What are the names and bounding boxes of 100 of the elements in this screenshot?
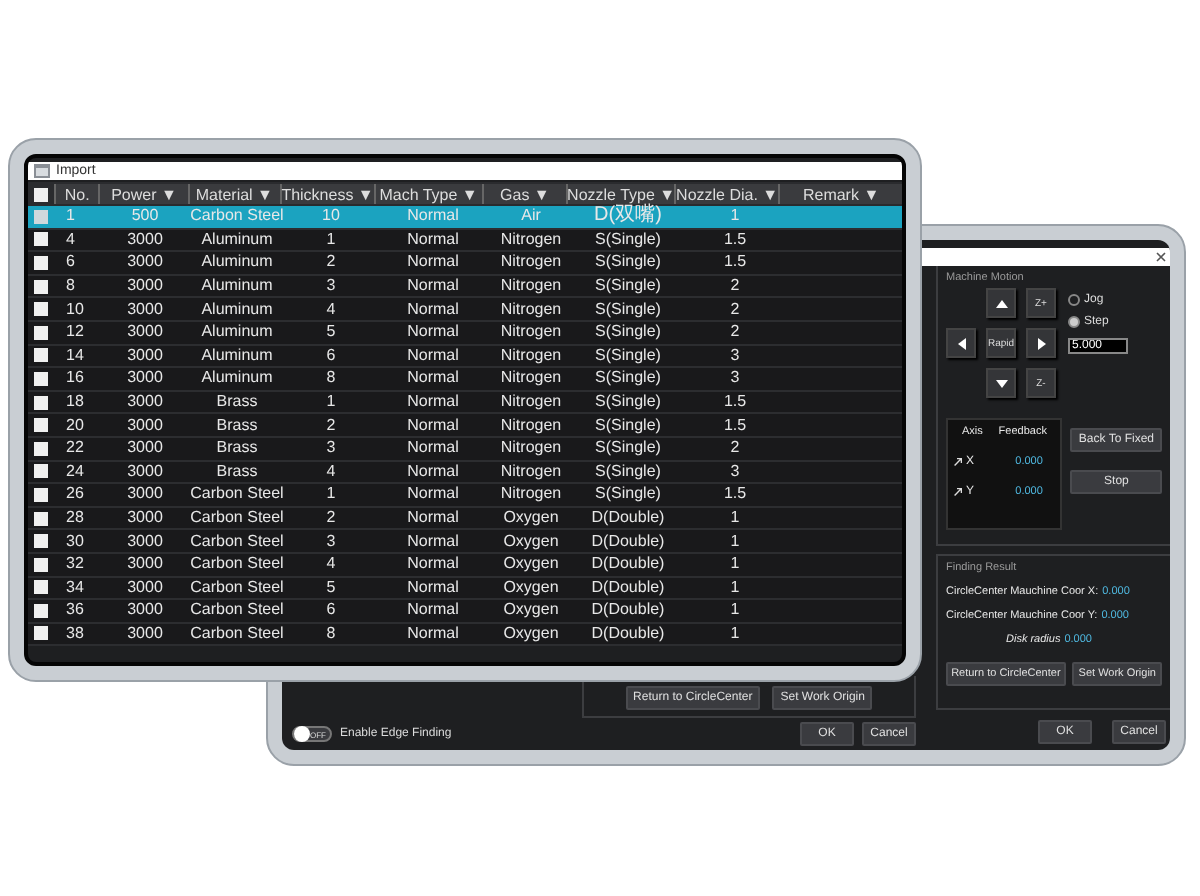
- radio-button[interactable]: [1068, 316, 1080, 328]
- column-header[interactable]: Remark ▼: [778, 184, 902, 204]
- column-header[interactable]: No.: [53, 184, 99, 204]
- checkbox[interactable]: [34, 441, 48, 456]
- table-row[interactable]: 18 3000 Brass 1 Normal Nitrogen S(Single) 1.5: [28, 391, 902, 415]
- table-cell-text: 6: [64, 252, 77, 274]
- table-row[interactable]: 34 3000 Carbon Steel 5 Normal Oxygen D(Double) 1: [28, 577, 902, 601]
- table-row[interactable]: 8 3000 Aluminum 3 Normal Nitrogen S(Single) 2: [28, 275, 902, 299]
- column-header[interactable]: Gas ▼: [481, 184, 567, 204]
- table-cell-text: Normal: [405, 623, 461, 645]
- table-cell-text: Brass: [214, 461, 260, 483]
- table-cell-text: 16: [64, 368, 86, 390]
- table-cell-text: Normal: [405, 437, 461, 460]
- table-cell-text: Aluminum: [199, 368, 275, 390]
- checkbox[interactable]: [34, 534, 48, 549]
- table-cell-text: Oxygen: [501, 623, 561, 645]
- down-arrow-button[interactable]: [986, 368, 1016, 398]
- table-cell-text: 3000: [125, 437, 165, 460]
- table-row[interactable]: 4 3000 Aluminum 1 Normal Nitrogen S(Single) 1.5: [28, 229, 902, 253]
- table-cell-text: 2: [324, 252, 338, 274]
- table-cell-text: S(Single): [593, 345, 663, 367]
- table-cell-text: Normal: [405, 484, 461, 506]
- table-row[interactable]: 20 3000 Brass 2 Normal Nitrogen S(Single) 1.5: [28, 414, 902, 438]
- table-cell-text: 1: [728, 577, 742, 599]
- table-cell-text: Aluminum: [199, 298, 275, 320]
- table-row[interactable]: 14 3000 Aluminum 6 Normal Nitrogen S(Single) 3: [28, 345, 902, 369]
- close-icon[interactable]: [1156, 252, 1166, 262]
- table-row[interactable]: 28 3000 Carbon Steel 2 Normal Oxygen D(Double) 1: [28, 507, 902, 531]
- table-cell-text: 2: [728, 298, 742, 320]
- up-arrow-icon: [995, 299, 1007, 307]
- table-cell-text: 1: [728, 530, 742, 552]
- table-cell-text: 1: [728, 553, 742, 575]
- checkbox[interactable]: [34, 464, 48, 479]
- up-arrow-button[interactable]: [986, 288, 1016, 318]
- window-icon: [34, 164, 50, 178]
- table-cell-text: 5: [324, 321, 338, 344]
- table-cell-text: Normal: [405, 206, 461, 228]
- table-cell-text: 20: [64, 414, 86, 436]
- table-row[interactable]: 22 3000 Brass 3 Normal Nitrogen S(Single) 2: [28, 437, 902, 462]
- table-row[interactable]: 16 3000 Aluminum 8 Normal Nitrogen S(Single) 3: [28, 368, 902, 392]
- checkbox[interactable]: [34, 603, 48, 618]
- table-cell-text: S(Single): [593, 391, 663, 413]
- table-cell-text: Normal: [405, 345, 461, 367]
- table-row[interactable]: 10 3000 Aluminum 4 Normal Nitrogen S(Single) 2: [28, 298, 902, 322]
- table-cell-text: 5: [324, 577, 338, 599]
- table-row[interactable]: 24 3000 Brass 4 Normal Nitrogen S(Single) 3: [28, 461, 902, 485]
- right-arrow-button[interactable]: [1026, 328, 1056, 358]
- column-header[interactable]: Thickness ▼: [279, 184, 374, 204]
- checkbox[interactable]: [34, 557, 48, 572]
- table-cell-text: 14: [64, 345, 86, 367]
- column-header[interactable]: Nozzle Dia. ▼: [674, 184, 779, 204]
- table-cell-text: 3000: [125, 623, 165, 645]
- diagonal-arrow-icon: [954, 488, 962, 496]
- checkbox[interactable]: [34, 348, 48, 363]
- checkbox[interactable]: [34, 325, 48, 340]
- table-row[interactable]: 38 3000 Carbon Steel 8 Normal Oxygen D(Double) 1: [28, 623, 902, 647]
- checkbox[interactable]: [34, 418, 48, 433]
- checkbox[interactable]: [33, 187, 48, 201]
- checkbox[interactable]: [34, 511, 48, 526]
- table-cell-text: 30: [64, 530, 86, 552]
- checkbox[interactable]: [34, 580, 48, 595]
- table-row[interactable]: 6 3000 Aluminum 2 Normal Nitrogen S(Single) 1.5: [28, 252, 902, 276]
- radio-button[interactable]: [1068, 294, 1080, 306]
- table-cell-text: 1: [324, 229, 338, 251]
- table-cell-text: Nitrogen: [498, 345, 564, 367]
- table-cell-text: 3000: [125, 414, 165, 436]
- right-arrow-icon: [1037, 337, 1045, 349]
- table-row[interactable]: 12 3000 Aluminum 5 Normal Nitrogen S(Single) 2: [28, 321, 902, 346]
- column-header[interactable]: Mach Type ▼: [373, 184, 482, 204]
- table-cell-text: D(Double): [589, 600, 667, 622]
- column-header[interactable]: Nozzle Type ▼: [566, 184, 675, 204]
- left-arrow-icon: [957, 337, 965, 349]
- checkbox[interactable]: [34, 371, 48, 386]
- table-cell-text: 3000: [125, 507, 165, 529]
- table-row[interactable]: 30 3000 Carbon Steel 3 Normal Oxygen D(Double) 1: [28, 530, 902, 554]
- table-cell-text: Nitrogen: [498, 484, 564, 506]
- checkbox[interactable]: [34, 279, 48, 294]
- table-row[interactable]: 36 3000 Carbon Steel 6 Normal Oxygen D(Double) 1: [28, 600, 902, 624]
- left-arrow-button[interactable]: [946, 328, 976, 358]
- table-cell-text: 1: [728, 623, 742, 645]
- table-cell-text: Brass: [214, 414, 260, 436]
- table-cell-text: 3: [324, 530, 338, 552]
- checkbox[interactable]: [34, 487, 48, 502]
- checkbox[interactable]: [34, 232, 48, 247]
- checkbox[interactable]: [34, 395, 48, 410]
- checkbox[interactable]: [34, 209, 48, 224]
- table-cell-text: Brass: [214, 437, 260, 460]
- checkbox[interactable]: [34, 626, 48, 641]
- checkbox[interactable]: [34, 302, 48, 317]
- column-header[interactable]: Power ▼: [98, 184, 188, 204]
- checkbox[interactable]: [34, 255, 48, 270]
- table-cell-text: 38: [64, 623, 86, 645]
- column-header[interactable]: Material ▼: [187, 184, 280, 204]
- table-row[interactable]: 26 3000 Carbon Steel 1 Normal Nitrogen S(Single) 1.5: [28, 484, 902, 508]
- table-cell: Carbon Steel: [190, 600, 284, 622]
- table-cell-text: 3000: [125, 530, 165, 552]
- table-cell-text: Aluminum: [199, 252, 275, 274]
- table-cell-text: 1.5: [721, 414, 749, 436]
- table-row[interactable]: 32 3000 Carbon Steel 4 Normal Oxygen D(Double) 1: [28, 553, 902, 577]
- table-cell-text: 2: [728, 321, 742, 344]
